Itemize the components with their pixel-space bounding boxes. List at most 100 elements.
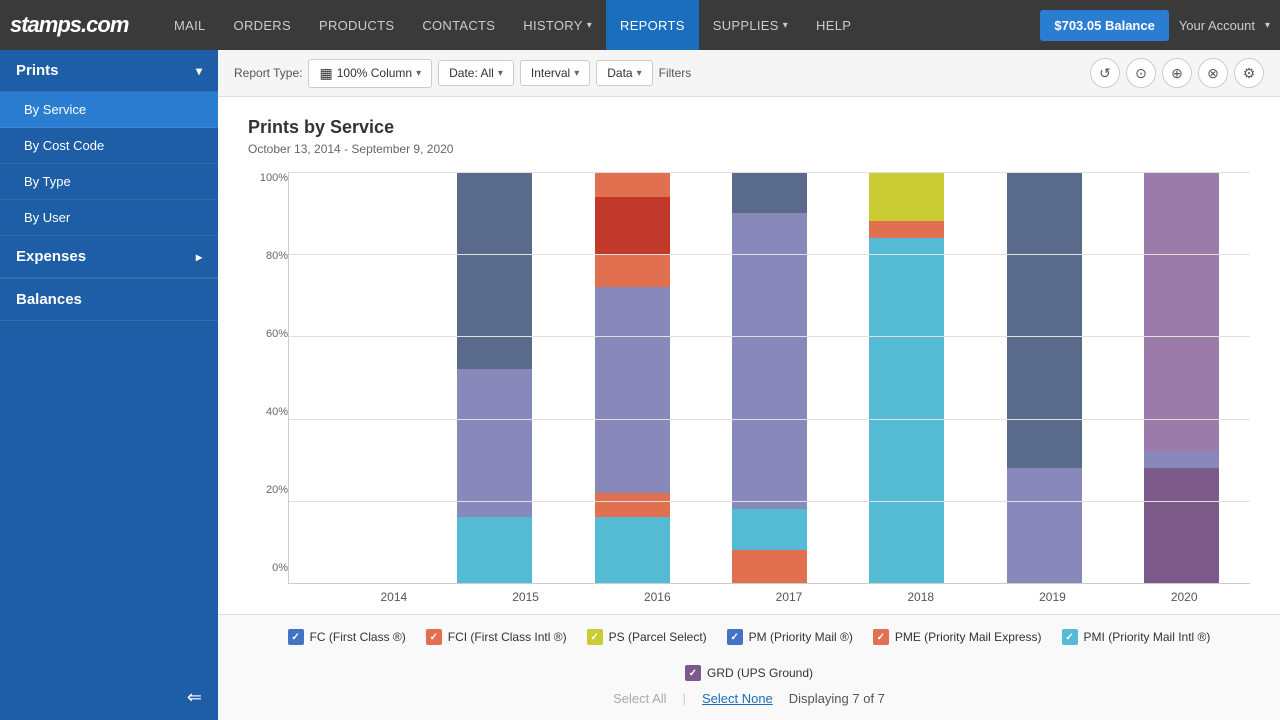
nav-orders[interactable]: ORDERS [220,0,305,50]
legend-label-pm: PM (Priority Mail ®) [749,630,853,644]
nav-reports[interactable]: REPORTS [606,0,699,50]
toolbar: Report Type: ▦ 100% Column ▾ Date: All ▾… [218,50,1280,97]
sidebar-section-prints[interactable]: Prints ▾ [0,50,218,92]
y-label-0: 0% [272,562,288,574]
bar-group-2017 [701,172,838,583]
chevron-down-icon: ▾ [498,68,503,79]
legend-checkbox-pme: ✓ [873,629,889,645]
bar-segment-fci-2016a [595,493,670,518]
sidebar-item-by-cost-code[interactable]: By Cost Code [0,128,218,164]
nav-products[interactable]: PRODUCTS [305,0,408,50]
bar-segment-pm-2020 [1144,451,1219,467]
stacked-bar-2020 [1144,172,1219,583]
y-label-100: 100% [260,172,288,184]
sidebar-section-expenses[interactable]: Expenses ▸ [0,236,218,278]
x-label-2020: 2020 [1118,590,1250,604]
y-label-60: 60% [266,328,288,340]
bar-segment-pm-2016 [595,287,670,493]
legend-checkbox-fc: ✓ [288,629,304,645]
legend-label-pmi: PMI (Priority Mail Intl ®) [1084,630,1211,644]
stacked-bar-2019 [1007,172,1082,583]
interval-button[interactable]: Interval ▾ [520,60,590,86]
legend-item-pme[interactable]: ✓ PME (Priority Mail Express) [873,629,1042,645]
bar-segment-pmi-2017 [732,509,807,550]
legend-label-ps: PS (Parcel Select) [609,630,707,644]
balance-button[interactable]: $703.05 Balance [1040,10,1168,41]
chart-subtitle: October 13, 2014 - September 9, 2020 [248,142,1250,156]
nav-mail[interactable]: MAIL [160,0,220,50]
legend-item-pmi[interactable]: ✓ PMI (Priority Mail Intl ®) [1062,629,1211,645]
date-button[interactable]: Date: All ▾ [438,60,514,86]
sidebar-item-by-service[interactable]: By Service [0,92,218,128]
bar-group-2019 [975,172,1112,583]
your-account-link[interactable]: Your Account [1179,18,1255,33]
nav-help[interactable]: HELP [802,0,865,50]
stacked-bar-2015 [457,172,532,583]
nav-supplies[interactable]: SUPPLIES ▾ [699,0,802,50]
legend-label-grd: GRD (UPS Ground) [707,666,813,680]
bars-container [288,172,1250,584]
legend-label-fc: FC (First Class ®) [310,630,406,644]
chevron-icon: ▾ [783,20,788,31]
filters-button[interactable]: Filters [659,66,692,80]
bar-segment-extra-2018 [869,558,944,583]
bar-segment-pm-2015 [457,369,532,517]
x-label-2015: 2015 [460,590,592,604]
nav-history[interactable]: HISTORY ▾ [509,0,606,50]
bar-group-2020 [1113,172,1250,583]
bar-group-2015 [426,172,563,583]
chart-inner: 2014 2015 2016 2017 2018 2019 2020 [288,172,1250,604]
sidebar-section-balances[interactable]: Balances [0,278,218,321]
nav-contacts[interactable]: CONTACTS [408,0,509,50]
export-icon-button[interactable]: ⊕ [1162,58,1192,88]
chevron-down-icon: ▾ [416,68,421,79]
account-chevron-icon: ▾ [1265,20,1270,31]
legend-item-fci[interactable]: ✓ FCI (First Class Intl ®) [426,629,567,645]
y-label-40: 40% [266,406,288,418]
bar-segment-pm-2019 [1007,468,1082,583]
settings-icon-button[interactable]: ⊗ [1198,58,1228,88]
legend-item-fc[interactable]: ✓ FC (First Class ®) [288,629,406,645]
report-type-button[interactable]: ▦ 100% Column ▾ [308,59,432,88]
refresh-icon-button[interactable]: ↺ [1090,58,1120,88]
print-icon-button[interactable]: ⊙ [1126,58,1156,88]
x-label-2014: 2014 [328,590,460,604]
bar-segment-pmi-2018 [869,238,944,559]
stacked-bar-2017 [732,172,807,583]
main-content: Report Type: ▦ 100% Column ▾ Date: All ▾… [218,50,1280,720]
select-none-link[interactable]: Select None [702,691,773,706]
more-icon-button[interactable]: ⚙ [1234,58,1264,88]
x-labels: 2014 2015 2016 2017 2018 2019 2020 [288,584,1250,604]
report-type-value: 100% Column [337,66,412,80]
legend-items: ✓ FC (First Class ®) ✓ FCI (First Class … [238,629,1260,681]
bar-segment-fc-2015 [457,172,532,369]
legend-item-ps[interactable]: ✓ PS (Parcel Select) [587,629,707,645]
bar-segment-pme-2016 [595,172,670,197]
bar-segment-pmi-2020 [1144,172,1219,451]
chart-wrapper: 100% 80% 60% 40% 20% 0% [248,172,1250,604]
y-axis: 100% 80% 60% 40% 20% 0% [248,172,288,604]
legend-checkbox-grd: ✓ [685,665,701,681]
legend-checkbox-fci: ✓ [426,629,442,645]
chevron-down-icon: ▾ [637,68,642,79]
legend-item-grd[interactable]: ✓ GRD (UPS Ground) [685,665,813,681]
sidebar-item-by-user[interactable]: By User [0,200,218,236]
x-label-2019: 2019 [987,590,1119,604]
stacked-bar-2016 [595,172,670,583]
bar-segment-pmi-2016 [595,517,670,583]
bar-segment-grd-2020 [1144,468,1219,583]
x-label-2017: 2017 [723,590,855,604]
sidebar-item-by-type[interactable]: By Type [0,164,218,200]
legend-checkbox-ps: ✓ [587,629,603,645]
sidebar: Prints ▾ By Service By Cost Code By Type… [0,50,218,720]
data-button[interactable]: Data ▾ [596,60,652,86]
select-all-link[interactable]: Select All [613,691,666,706]
stacked-bar-2018 [869,172,944,583]
nav-items: MAIL ORDERS PRODUCTS CONTACTS HISTORY ▾ … [160,0,1040,50]
legend-checkbox-pm: ✓ [727,629,743,645]
legend-area: ✓ FC (First Class ®) ✓ FCI (First Class … [218,614,1280,720]
chevron-icon: ▸ [196,250,202,264]
legend-footer: Select All | Select None Displaying 7 of… [238,691,1260,706]
legend-item-pm[interactable]: ✓ PM (Priority Mail ®) [727,629,853,645]
sidebar-collapse-button[interactable]: ⇐ [0,675,218,720]
